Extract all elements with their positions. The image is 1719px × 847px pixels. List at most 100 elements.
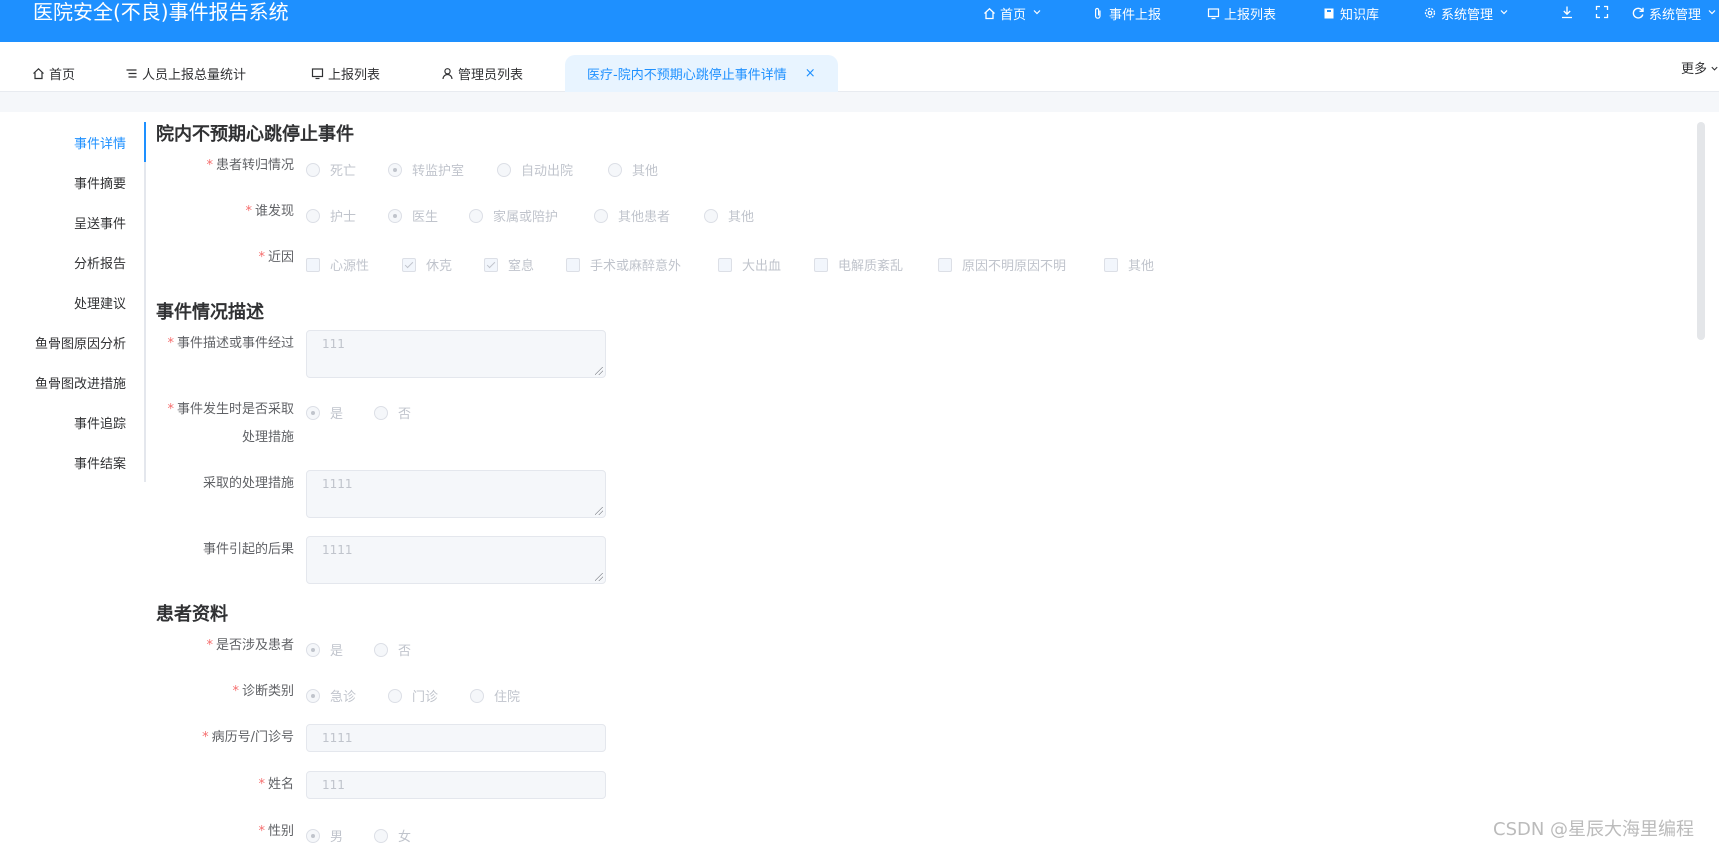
radio-discoverer-family[interactable]: 家属或陪护 bbox=[469, 206, 558, 225]
tab-report-list[interactable]: 上报列表 bbox=[310, 55, 380, 92]
content-top-strip bbox=[0, 92, 1719, 112]
refresh-icon bbox=[1631, 6, 1645, 20]
section-title-desc: 事件情况描述 bbox=[156, 302, 264, 323]
gear-icon bbox=[1423, 6, 1437, 20]
topnav-system-2[interactable]: 系统管理 bbox=[1631, 0, 1717, 26]
tab-stats[interactable]: 人员上报总量统计 bbox=[124, 55, 246, 92]
topnav-knowledge-label: 知识库 bbox=[1340, 7, 1380, 23]
topnav-home[interactable]: 首页 bbox=[982, 0, 1042, 26]
field-label-measures-taken-line2: 处理措施 bbox=[241, 430, 294, 445]
tab-event-detail-label: 医疗-院内不预期心跳停止事件详情 bbox=[587, 68, 787, 83]
book-icon bbox=[1322, 6, 1336, 20]
chevron-down-icon bbox=[1032, 6, 1042, 21]
anchor-active-indicator bbox=[144, 122, 146, 162]
list-icon bbox=[124, 67, 138, 81]
topnav-system-label: 系统管理 bbox=[1441, 7, 1494, 23]
anchor-item-submit-event[interactable]: 呈送事件 bbox=[74, 213, 126, 232]
record-no-input[interactable]: 1111 bbox=[306, 724, 606, 752]
radio-outcome-icu[interactable]: 转监护室 bbox=[388, 160, 464, 179]
checkbox-cause-other[interactable]: 其他 bbox=[1104, 255, 1154, 274]
fullscreen-icon[interactable] bbox=[1594, 4, 1610, 20]
more-tabs-dropdown[interactable]: 更多 bbox=[1681, 58, 1719, 77]
chevron-down-icon bbox=[1710, 62, 1719, 77]
topnav-report-list-label: 上报列表 bbox=[1224, 7, 1277, 23]
radio-outcome-death[interactable]: 死亡 bbox=[306, 160, 356, 179]
field-label-measures-taken: * 事件发生时是否采取 bbox=[167, 402, 294, 417]
radio-involves-no[interactable]: 否 bbox=[374, 640, 411, 659]
radio-diag-emergency[interactable]: 急诊 bbox=[306, 686, 356, 705]
monitor-icon bbox=[1206, 6, 1220, 20]
anchor-item-event-detail[interactable]: 事件详情 bbox=[74, 133, 126, 152]
radio-discoverer-doctor[interactable]: 医生 bbox=[388, 206, 438, 225]
anchor-item-event-tracking[interactable]: 事件追踪 bbox=[74, 413, 126, 432]
anchor-item-event-summary[interactable]: 事件摘要 bbox=[74, 173, 126, 192]
tab-stats-label: 人员上报总量统计 bbox=[142, 68, 247, 83]
anchor-nav: 事件详情 事件摘要 呈送事件 分析报告 处理建议 鱼骨图原因分析 鱼骨图改进措施… bbox=[0, 122, 146, 482]
watermark: CSDN @星辰大海里编程 bbox=[1493, 819, 1695, 840]
download-icon[interactable] bbox=[1559, 4, 1575, 20]
checkbox-cause-electrolyte[interactable]: 电解质紊乱 bbox=[814, 255, 903, 274]
radio-gender-female[interactable]: 女 bbox=[374, 826, 411, 845]
topnav-report-label: 事件上报 bbox=[1109, 7, 1162, 23]
topnav-home-label: 首页 bbox=[1000, 7, 1027, 23]
paperclip-icon bbox=[1091, 6, 1105, 20]
anchor-item-analysis-report[interactable]: 分析报告 bbox=[74, 253, 126, 272]
anchor-item-fishbone-cause[interactable]: 鱼骨图原因分析 bbox=[35, 333, 126, 352]
radio-discoverer-nurse[interactable]: 护士 bbox=[306, 206, 356, 225]
field-label-outcome: * 患者转归情况 bbox=[206, 158, 294, 173]
name-input[interactable]: 111 bbox=[306, 771, 606, 799]
anchor-item-suggestions[interactable]: 处理建议 bbox=[74, 293, 126, 312]
radio-involves-yes[interactable]: 是 bbox=[306, 640, 343, 659]
radio-measures-no[interactable]: 否 bbox=[374, 403, 411, 422]
radio-diag-inpatient[interactable]: 住院 bbox=[470, 686, 520, 705]
consequence-textarea[interactable]: 1111 bbox=[306, 536, 606, 584]
radio-outcome-other[interactable]: 其他 bbox=[608, 160, 658, 179]
radio-measures-yes[interactable]: 是 bbox=[306, 403, 343, 422]
field-label-measures: 采取的处理措施 bbox=[202, 476, 294, 491]
checkbox-cause-surgery[interactable]: 手术或麻醉意外 bbox=[566, 255, 681, 274]
vertical-scrollbar[interactable] bbox=[1697, 122, 1705, 340]
more-label: 更多 bbox=[1680, 62, 1707, 77]
field-label-description: * 事件描述或事件经过 bbox=[167, 336, 294, 351]
radio-gender-male[interactable]: 男 bbox=[306, 826, 343, 845]
section-title-patient: 患者资料 bbox=[156, 604, 228, 625]
checkbox-cause-unknown[interactable]: 原因不明原因不明 bbox=[938, 255, 1066, 274]
topnav-report-list[interactable]: 上报列表 bbox=[1206, 0, 1276, 26]
field-label-record-no: * 病历号/门诊号 bbox=[202, 730, 294, 745]
topnav-knowledge[interactable]: 知识库 bbox=[1322, 0, 1379, 26]
field-label-consequence: 事件引起的后果 bbox=[202, 542, 294, 557]
anchor-item-event-closure[interactable]: 事件结案 bbox=[74, 453, 126, 472]
tab-event-detail[interactable]: 医疗-院内不预期心跳停止事件详情 × bbox=[565, 55, 838, 92]
topnav-system[interactable]: 系统管理 bbox=[1423, 0, 1509, 26]
close-icon[interactable]: × bbox=[805, 66, 816, 81]
home-icon bbox=[31, 67, 45, 81]
section-title-event: 院内不预期心跳停止事件 bbox=[156, 124, 354, 145]
anchor-item-fishbone-improve[interactable]: 鱼骨图改进措施 bbox=[35, 373, 126, 392]
resize-handle-icon bbox=[595, 367, 603, 375]
field-label-cause: * 近因 bbox=[258, 250, 294, 265]
monitor-icon bbox=[310, 67, 324, 81]
field-label-diag-type: * 诊断类别 bbox=[232, 684, 294, 699]
description-textarea[interactable]: 111 bbox=[306, 330, 606, 378]
topnav-report[interactable]: 事件上报 bbox=[1091, 0, 1161, 26]
checkbox-cause-cardiac[interactable]: 心源性 bbox=[306, 255, 369, 274]
topnav-system-2-label: 系统管理 bbox=[1649, 7, 1702, 23]
tab-report-list-label: 上报列表 bbox=[328, 68, 381, 83]
checkbox-cause-bleeding[interactable]: 大出血 bbox=[718, 255, 781, 274]
resize-handle-icon bbox=[595, 573, 603, 581]
tab-admin-list[interactable]: 管理员列表 bbox=[440, 55, 523, 92]
radio-outcome-discharge[interactable]: 自动出院 bbox=[497, 160, 573, 179]
radio-discoverer-other[interactable]: 其他 bbox=[704, 206, 754, 225]
field-label-involves-patient: * 是否涉及患者 bbox=[206, 638, 294, 653]
chevron-down-icon bbox=[1499, 6, 1509, 21]
measures-textarea[interactable]: 1111 bbox=[306, 470, 606, 518]
tabs-bar: 首页 人员上报总量统计 上报列表 管理员列表 医疗-院内不预期心跳停止事件详情 … bbox=[0, 42, 1719, 92]
tab-home[interactable]: 首页 bbox=[31, 55, 75, 92]
checkbox-cause-shock[interactable]: 休克 bbox=[402, 255, 452, 274]
home-icon bbox=[982, 6, 996, 20]
checkbox-cause-suffocation[interactable]: 窒息 bbox=[484, 255, 534, 274]
user-icon bbox=[440, 67, 454, 81]
radio-diag-outpatient[interactable]: 门诊 bbox=[388, 686, 438, 705]
field-label-discoverer: * 谁发现 bbox=[245, 204, 294, 219]
radio-discoverer-other-patient[interactable]: 其他患者 bbox=[594, 206, 670, 225]
